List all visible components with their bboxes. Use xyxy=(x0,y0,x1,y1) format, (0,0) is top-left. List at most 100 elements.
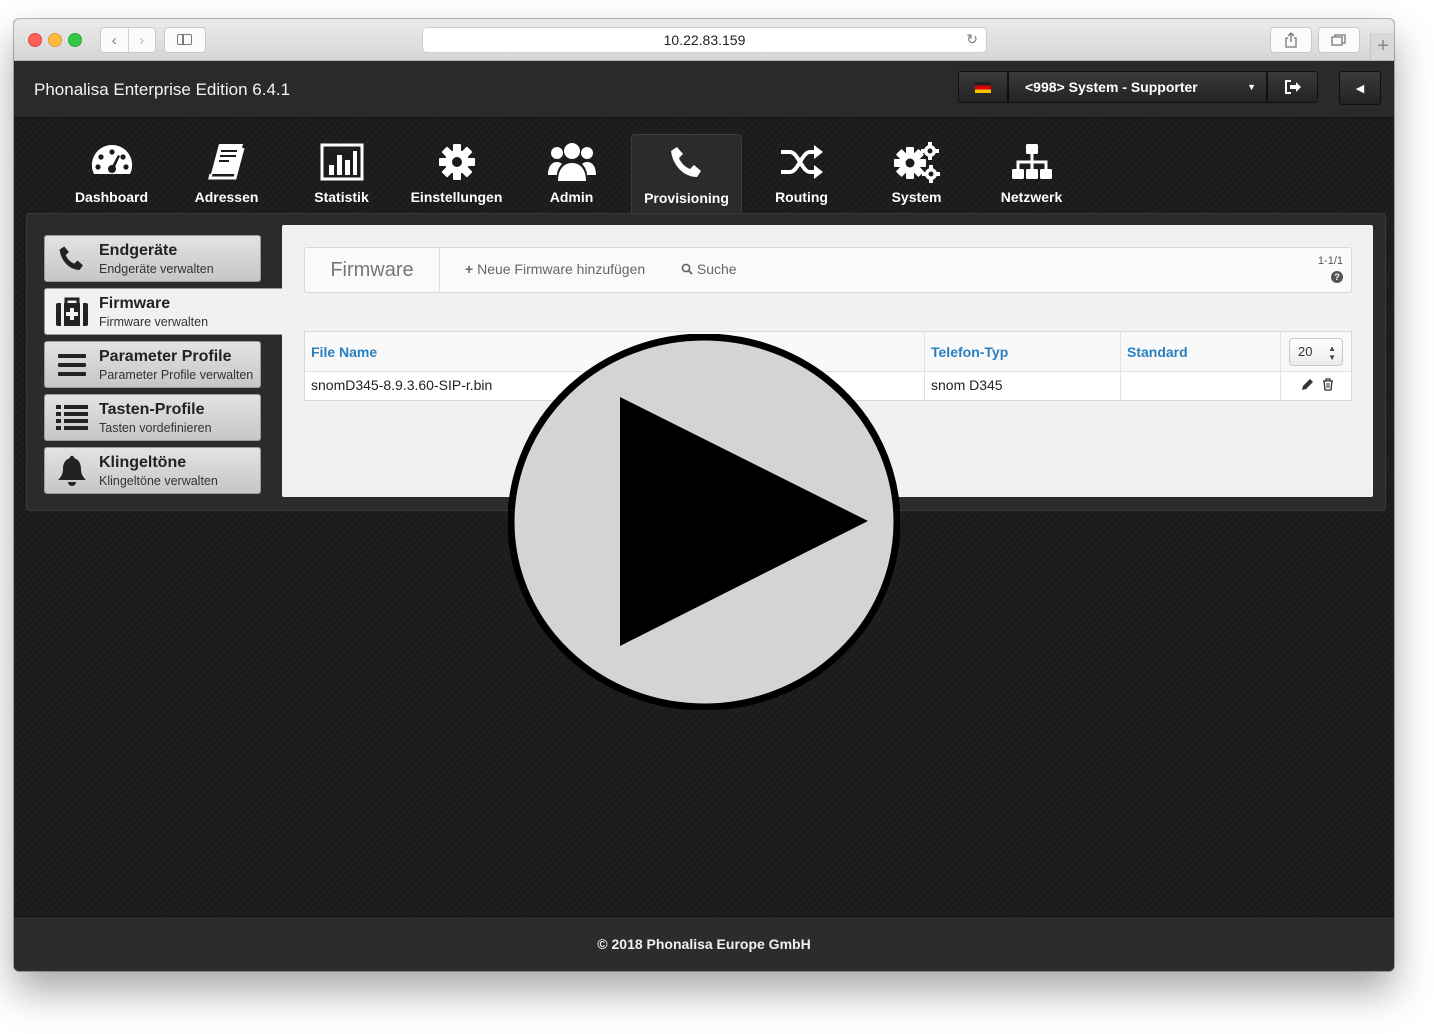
sidebar-item-subtitle: Parameter Profile verwalten xyxy=(99,368,254,382)
tabs-icon xyxy=(1331,34,1346,46)
user-label: <998> System - Supporter xyxy=(1025,79,1198,95)
nav-label: Einstellungen xyxy=(410,189,503,205)
zoom-window-button[interactable] xyxy=(68,33,82,47)
caret-left-icon: ◀ xyxy=(1355,82,1365,95)
nav-item-adressen[interactable]: Adressen xyxy=(169,134,284,214)
nav-item-provisioning[interactable]: Provisioning xyxy=(631,134,742,214)
trash-icon[interactable] xyxy=(1322,378,1334,391)
column-header-standard[interactable]: Standard xyxy=(1121,332,1281,372)
firmware-toolbar: Firmware + Neue Firmware hinzufügen Such… xyxy=(304,247,1352,293)
provisioning-sidebar: Endgeräte Endgeräte verwalten Firmware F… xyxy=(44,235,282,500)
nav-label: Adressen xyxy=(194,189,259,205)
browser-titlebar: ‹ › 10.22.83.159 ↻ + xyxy=(14,19,1394,61)
nav-item-system[interactable]: System xyxy=(859,134,974,214)
nav-item-routing[interactable]: Routing xyxy=(744,134,859,214)
row-actions xyxy=(1301,378,1334,391)
phone-icon xyxy=(670,147,701,177)
bell-icon xyxy=(58,455,86,486)
show-tabs-button[interactable] xyxy=(1318,27,1360,53)
share-button[interactable] xyxy=(1270,27,1312,53)
plus-icon: + xyxy=(465,261,474,277)
nav-label: Admin xyxy=(549,189,594,205)
help-icon[interactable]: ? xyxy=(1331,271,1343,283)
phone-icon xyxy=(59,246,83,270)
record-count: 1-1/1 xyxy=(1317,255,1343,267)
dashboard-icon xyxy=(91,144,132,174)
sidebar-item-title: Klingeltöne xyxy=(99,454,187,471)
user-dropdown[interactable]: <998> System - Supporter ▼ xyxy=(1008,71,1267,103)
main-nav: Dashboard Adressen Statistik Einstellung… xyxy=(54,134,1089,214)
nav-item-einstellungen[interactable]: Einstellungen xyxy=(399,134,514,214)
sidebar-item-subtitle: Tasten vordefinieren xyxy=(99,421,212,435)
search-label: Suche xyxy=(696,261,737,277)
search-button[interactable]: Suche xyxy=(681,261,737,277)
sitemap-icon xyxy=(1011,144,1052,179)
nav-label: Netzwerk xyxy=(1000,189,1063,205)
address-bar[interactable]: 10.22.83.159 ↻ xyxy=(422,27,987,53)
logout-button[interactable] xyxy=(1267,71,1318,103)
statistics-icon xyxy=(320,143,363,181)
nav-label: Routing xyxy=(775,189,828,205)
video-play-icon[interactable] xyxy=(508,334,900,710)
users-icon xyxy=(547,143,596,181)
share-icon xyxy=(1285,32,1297,48)
language-button[interactable] xyxy=(958,71,1008,103)
sidebar-item-endgeraete[interactable]: Endgeräte Endgeräte verwalten xyxy=(44,235,261,282)
sidebar-toggle-button[interactable] xyxy=(164,27,206,53)
sidebar-item-title: Firmware xyxy=(99,295,171,312)
sidebar-item-tasten-profile[interactable]: Tasten-Profile Tasten vordefinieren xyxy=(44,394,261,441)
page-size-value: 20 xyxy=(1298,344,1313,359)
sidebar-item-title: Parameter Profile xyxy=(99,348,232,365)
minimize-window-button[interactable] xyxy=(48,33,62,47)
toolbar-title: Firmware xyxy=(305,248,440,292)
shuffle-icon xyxy=(780,145,823,179)
add-firmware-button[interactable]: + Neue Firmware hinzufügen xyxy=(465,261,645,277)
page-size-select[interactable]: 20 ▲ ▼ xyxy=(1289,338,1343,366)
sidebar-item-subtitle: Endgeräte verwalten xyxy=(99,262,214,276)
collapse-button[interactable]: ◀ xyxy=(1339,71,1381,105)
search-icon xyxy=(681,263,693,275)
history-buttons: ‹ › xyxy=(100,27,156,53)
app-title: Phonalisa Enterprise Edition 6.4.1 xyxy=(34,80,291,99)
edit-icon[interactable] xyxy=(1301,378,1314,391)
nav-label: Statistik xyxy=(314,189,369,205)
forward-icon[interactable]: › xyxy=(127,28,156,52)
gears-icon xyxy=(893,142,940,183)
gear-icon xyxy=(438,144,475,180)
back-icon[interactable]: ‹ xyxy=(101,28,128,52)
german-flag-icon xyxy=(975,81,991,93)
add-firmware-label: Neue Firmware hinzufügen xyxy=(477,261,646,277)
column-header-telefon-typ[interactable]: Telefon-Typ xyxy=(925,332,1121,372)
sidebar-item-subtitle: Firmware verwalten xyxy=(99,315,209,329)
caret-down-icon: ▼ xyxy=(1247,82,1256,92)
sidebar-item-subtitle: Klingeltöne verwalten xyxy=(99,474,218,488)
bars-icon xyxy=(58,354,86,376)
sidebar-item-title: Tasten-Profile xyxy=(99,401,205,418)
nav-label: System xyxy=(891,189,942,205)
nav-item-netzwerk[interactable]: Netzwerk xyxy=(974,134,1089,214)
close-window-button[interactable] xyxy=(28,33,42,47)
address-book-icon xyxy=(207,144,244,180)
reload-icon[interactable]: ↻ xyxy=(966,31,978,48)
app-header: Phonalisa Enterprise Edition 6.4.1 <998>… xyxy=(14,61,1394,118)
sidebar-item-parameter-profile[interactable]: Parameter Profile Parameter Profile verw… xyxy=(44,341,261,388)
new-tab-button[interactable]: + xyxy=(1370,33,1394,60)
nav-item-statistik[interactable]: Statistik xyxy=(284,134,399,214)
footer: © 2018 Phonalisa Europe GmbH xyxy=(14,916,1394,971)
nav-item-admin[interactable]: Admin xyxy=(514,134,629,214)
sidebar-icon xyxy=(177,34,192,45)
list-icon xyxy=(56,405,88,430)
medkit-icon xyxy=(56,297,88,326)
nav-label: Provisioning xyxy=(644,190,729,206)
logout-icon xyxy=(1284,80,1301,94)
user-controls: <998> System - Supporter ▼ xyxy=(958,71,1318,105)
sidebar-item-klingeltoene[interactable]: Klingeltöne Klingeltöne verwalten xyxy=(44,447,261,494)
nav-label: Dashboard xyxy=(74,189,149,205)
cell-telefon-typ: snom D345 xyxy=(925,372,1121,400)
url-text: 10.22.83.159 xyxy=(663,32,746,48)
stepper-icon: ▲ ▼ xyxy=(1328,344,1336,362)
sidebar-item-firmware[interactable]: Firmware Firmware verwalten xyxy=(44,288,282,335)
sidebar-item-title: Endgeräte xyxy=(99,242,178,259)
nav-item-dashboard[interactable]: Dashboard xyxy=(54,134,169,214)
cell-standard xyxy=(1121,372,1281,400)
